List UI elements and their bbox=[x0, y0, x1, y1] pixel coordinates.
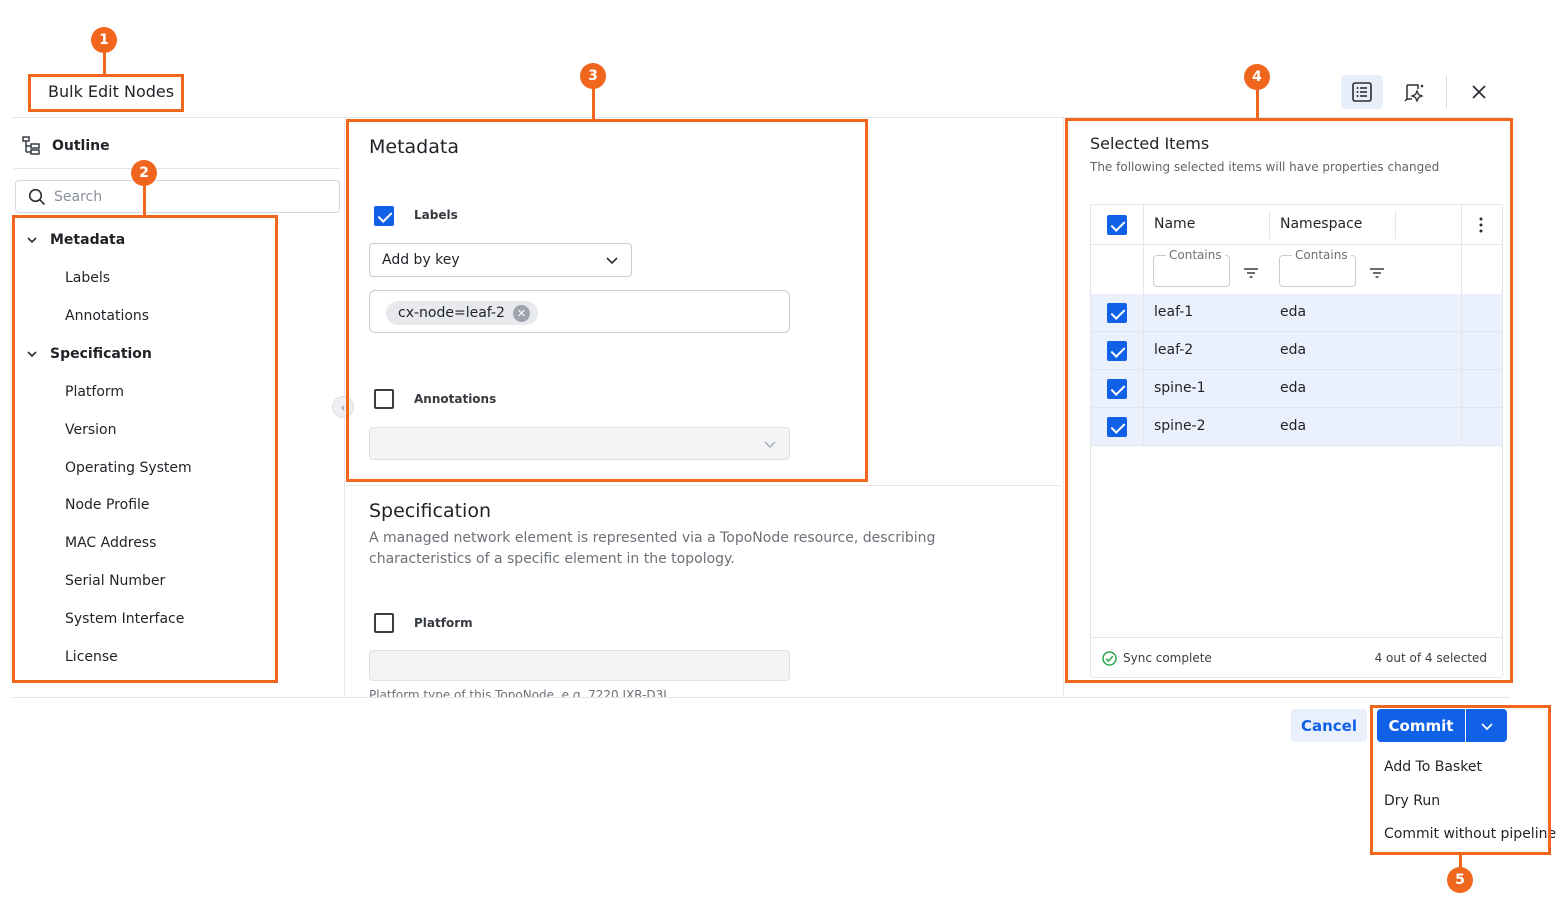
callout-stem bbox=[1256, 88, 1259, 118]
content-divider bbox=[1063, 118, 1064, 698]
specification-description-line1: A managed network element is represented… bbox=[369, 530, 936, 546]
callout-stem bbox=[103, 52, 106, 74]
ai-assist-button[interactable] bbox=[1393, 75, 1435, 109]
callout-badge-4: 4 bbox=[1244, 64, 1270, 90]
highlight-box-1 bbox=[28, 74, 184, 112]
footer-divider bbox=[12, 697, 1510, 698]
highlight-box-4 bbox=[1065, 118, 1513, 683]
outline-divider bbox=[14, 168, 340, 169]
callout-badge-1: 1 bbox=[91, 27, 117, 53]
specification-title: Specification bbox=[369, 500, 491, 522]
outline-title: Outline bbox=[52, 138, 110, 154]
specification-description-line2: characteristics of a specific element in… bbox=[369, 551, 735, 567]
list-view-icon bbox=[1352, 82, 1372, 102]
chevron-left-icon: ‹ bbox=[340, 400, 346, 414]
header-separator bbox=[1446, 76, 1447, 108]
ai-sparkle-icon bbox=[1404, 84, 1424, 103]
callout-stem bbox=[143, 184, 146, 215]
callout-badge-3: 3 bbox=[580, 63, 606, 89]
outline-header: Outline bbox=[22, 136, 110, 156]
outline-search[interactable] bbox=[15, 180, 340, 213]
search-input[interactable] bbox=[54, 188, 314, 205]
platform-help-clip: Platform type of this TopoNode, e.g. 722… bbox=[369, 688, 769, 697]
highlight-box-3 bbox=[346, 119, 868, 482]
close-button[interactable] bbox=[1458, 75, 1500, 109]
section-divider bbox=[345, 485, 1061, 486]
callout-badge-5: 5 bbox=[1447, 867, 1473, 893]
platform-help-text: Platform type of this TopoNode, e.g. 722… bbox=[369, 688, 670, 697]
highlight-box-2 bbox=[12, 215, 278, 683]
platform-label: Platform bbox=[414, 616, 473, 630]
callout-stem bbox=[592, 88, 595, 119]
callout-badge-2: 2 bbox=[131, 160, 157, 186]
list-view-button[interactable] bbox=[1341, 75, 1383, 109]
outline-tree-icon bbox=[22, 136, 40, 155]
platform-checkbox[interactable] bbox=[374, 613, 394, 633]
highlight-box-5 bbox=[1370, 705, 1551, 855]
cancel-button[interactable]: Cancel bbox=[1291, 709, 1367, 742]
search-icon bbox=[28, 188, 46, 205]
close-icon bbox=[1472, 85, 1486, 99]
platform-input bbox=[369, 650, 790, 681]
